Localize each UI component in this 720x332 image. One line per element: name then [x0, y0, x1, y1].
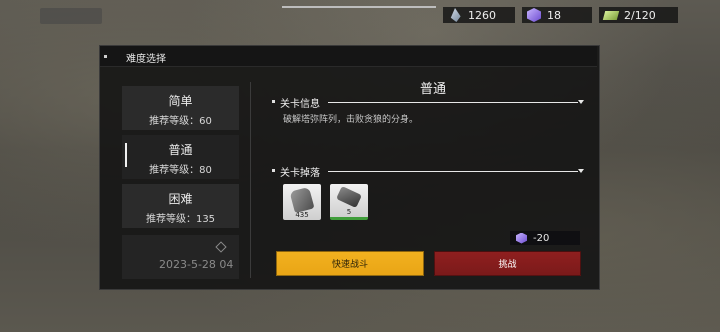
purple-cube-icon	[516, 232, 527, 244]
section-label: 关卡信息	[280, 99, 320, 110]
stage-drop-header[interactable]: 关卡掉落	[272, 164, 584, 179]
difficulty-name: 困难	[168, 192, 193, 206]
section-bullet	[272, 100, 275, 103]
difficulty-recommend: 推荐等级：80	[149, 165, 212, 176]
quick-battle-button[interactable]: 快速战斗	[276, 251, 424, 276]
difficulty-name: 简单	[168, 94, 193, 108]
difficulty-name: 普通	[168, 143, 193, 157]
chevron-down-icon	[578, 100, 584, 104]
energy-icon	[450, 8, 461, 22]
chevron-down-icon	[578, 169, 584, 173]
difficulty-easy[interactable]: 简单 推荐等级：60	[122, 86, 239, 130]
difficulty-normal[interactable]: 普通 推荐等级：80	[122, 135, 239, 179]
ticket-resource[interactable]: 2/120	[599, 7, 678, 23]
drop-count: 435	[295, 211, 309, 219]
drop-item[interactable]: 435	[283, 184, 321, 220]
ticket-icon	[602, 10, 620, 20]
top-indicator-line	[282, 6, 436, 8]
energy-resource[interactable]: 1260	[443, 7, 515, 23]
section-label: 关卡掉落	[280, 168, 320, 179]
difficulty-locked[interactable]: 2023-5-28 04	[122, 235, 239, 279]
difficulty-recommend: 推荐等级：60	[149, 116, 212, 127]
panel-divider	[250, 82, 251, 278]
cost-value: -20	[533, 232, 550, 244]
difficulty-panel: 难度选择 简单 推荐等级：60 普通 推荐等级：80 困难 推荐等级：135 2…	[99, 45, 600, 290]
chip-icon	[336, 186, 362, 208]
stage-info-header[interactable]: 关卡信息	[272, 95, 584, 110]
drop-count: 5	[346, 208, 352, 216]
energy-value: 1260	[468, 8, 496, 22]
unlock-date: 2023-5-28 04	[159, 258, 234, 271]
section-bullet	[272, 169, 275, 172]
cube-resource[interactable]: 18	[522, 7, 592, 23]
difficulty-hard[interactable]: 困难 推荐等级：135	[122, 184, 239, 228]
top-bar: 1260 18 2/120	[0, 0, 720, 28]
panel-title: 难度选择	[126, 54, 166, 65]
difficulty-recommend: 推荐等级：135	[145, 214, 216, 225]
selected-indicator	[125, 143, 127, 167]
section-line	[328, 102, 578, 103]
dog-tag-icon	[289, 186, 315, 214]
challenge-button[interactable]: 挑战	[434, 251, 581, 276]
cube-value: 18	[547, 8, 561, 22]
stage-description: 破解塔弥阵列，击败贪狼的分身。	[283, 115, 419, 125]
purple-cube-icon	[527, 8, 541, 22]
panel-header: 难度选择	[100, 46, 597, 67]
header-mark	[104, 55, 107, 58]
ticket-value: 2/120	[624, 8, 656, 22]
section-line	[328, 171, 578, 172]
drop-item[interactable]: 5	[330, 184, 368, 220]
lock-diamond-icon	[215, 241, 227, 253]
stamina-cost: -20	[510, 231, 580, 245]
back-button[interactable]	[40, 8, 102, 24]
